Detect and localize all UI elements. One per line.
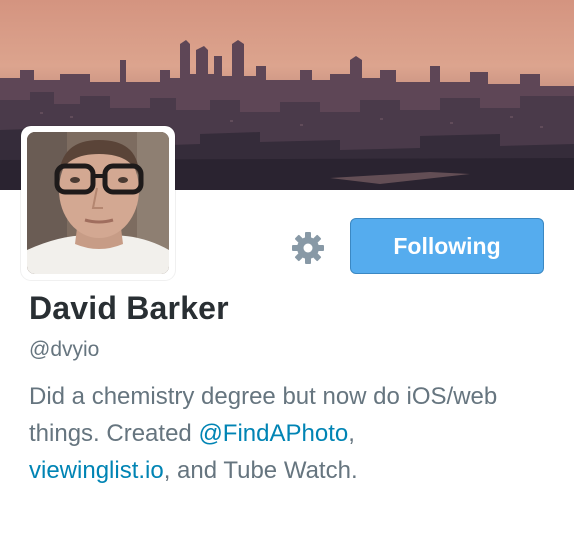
following-button[interactable]: Following [350,218,544,274]
gear-icon[interactable] [290,230,326,266]
bio-website-link[interactable]: viewinglist.io [29,457,164,484]
profile-bio: Did a chemistry degree but now do iOS/we… [29,378,549,489]
profile-photo [27,132,169,274]
bio-mention-link[interactable]: @FindAPhoto [198,420,348,447]
bio-text-2: , [348,420,355,447]
avatar-frame[interactable] [21,126,175,280]
profile-handle[interactable]: @dvyio [29,338,99,362]
bio-text-3: , and Tube Watch. [163,457,358,484]
profile-name: David Barker [29,290,229,326]
avatar[interactable] [27,132,169,274]
